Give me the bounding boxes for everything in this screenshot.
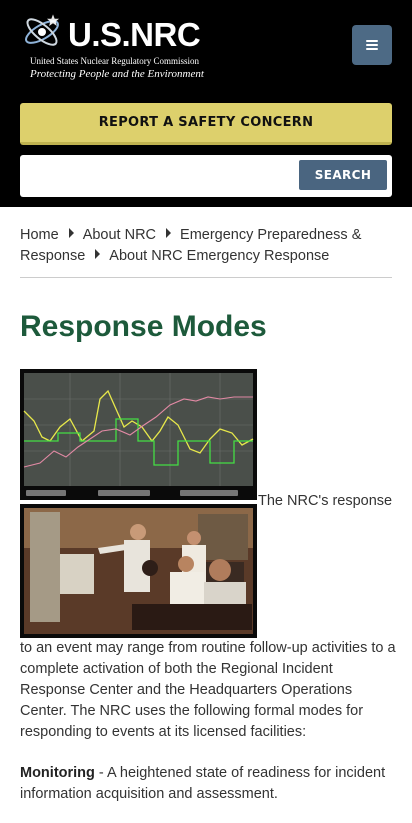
divider — [20, 277, 392, 278]
search-button[interactable]: SEARCH — [299, 160, 387, 190]
search-input[interactable] — [26, 161, 296, 191]
atom-icon — [25, 14, 60, 46]
breadcrumb-about-nrc[interactable]: About NRC — [83, 227, 156, 243]
site-header: U.S.NRC United States Nuclear Regulatory… — [0, 0, 412, 207]
search-bar: SEARCH — [20, 155, 392, 197]
logo-tagline: Protecting People and the Environment — [30, 68, 204, 80]
breadcrumb-current[interactable]: About NRC Emergency Response — [109, 248, 329, 264]
caret-right-icon — [166, 228, 172, 238]
page-title: Response Modes — [20, 310, 267, 343]
caret-right-icon — [95, 249, 101, 259]
caret-right-icon — [68, 228, 74, 238]
mode-description: Monitoring - A heightened state of readi… — [20, 763, 396, 805]
intro-text-start: The NRC's response — [258, 493, 393, 509]
menu-button[interactable] — [352, 25, 392, 65]
breadcrumb-home[interactable]: Home — [20, 227, 59, 243]
nrc-logo[interactable]: U.S.NRC United States Nuclear Regulatory… — [20, 10, 206, 82]
intro-paragraph: to an event may range from routine follo… — [20, 640, 396, 740]
logo-subtitle: United States Nuclear Regulatory Commiss… — [30, 56, 199, 66]
logo-wordmark: U.S.NRC — [68, 16, 201, 53]
hamburger-icon — [366, 40, 378, 50]
breadcrumb: Home About NRC Emergency Preparedness & Res… — [20, 225, 392, 267]
waveform-monitor-image — [20, 369, 257, 500]
mode-term: Monitoring — [20, 765, 95, 781]
operations-center-photo — [20, 504, 257, 638]
report-safety-concern-button[interactable]: REPORT A SAFETY CONCERN — [20, 103, 392, 145]
